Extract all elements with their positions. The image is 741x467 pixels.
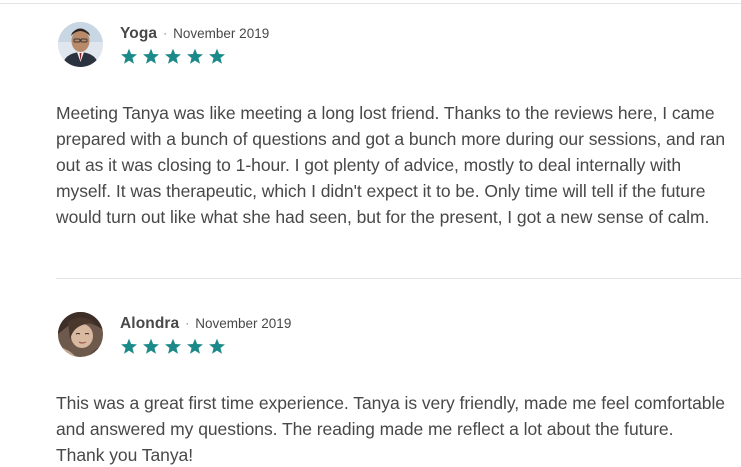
review-header: Yoga · November 2019 xyxy=(56,22,726,68)
separator-dot: · xyxy=(185,316,190,330)
top-divider xyxy=(0,3,741,4)
star-icon xyxy=(120,48,138,65)
star-rating xyxy=(120,48,269,65)
review-item: Yoga · November 2019 Meeting Tanya was l… xyxy=(56,22,726,230)
avatar[interactable] xyxy=(58,312,103,357)
review-divider xyxy=(56,278,741,279)
review-meta: Alondra · November 2019 xyxy=(120,312,291,355)
star-icon xyxy=(208,338,226,355)
star-icon xyxy=(208,48,226,65)
separator-dot: · xyxy=(163,26,168,40)
name-line: Yoga · November 2019 xyxy=(120,25,269,43)
reviewer-name[interactable]: Alondra xyxy=(120,315,179,333)
star-icon xyxy=(164,48,182,65)
reviews-page: Yoga · November 2019 Meeting Tanya was l… xyxy=(0,0,741,467)
star-icon xyxy=(120,338,138,355)
reviewer-name[interactable]: Yoga xyxy=(120,25,157,43)
star-icon xyxy=(164,338,182,355)
review-item: Alondra · November 2019 This was a great… xyxy=(56,312,726,467)
star-icon xyxy=(186,48,204,65)
review-date: November 2019 xyxy=(195,316,292,331)
avatar[interactable] xyxy=(58,22,103,67)
star-icon xyxy=(142,48,160,65)
review-meta: Yoga · November 2019 xyxy=(120,22,269,65)
name-line: Alondra · November 2019 xyxy=(120,315,291,333)
review-text: This was a great first time experience. … xyxy=(56,393,725,465)
star-icon xyxy=(142,338,160,355)
review-text: Meeting Tanya was like meeting a long lo… xyxy=(56,103,726,227)
review-date: November 2019 xyxy=(173,26,270,41)
star-rating xyxy=(120,338,291,355)
review-header: Alondra · November 2019 xyxy=(56,312,726,358)
star-icon xyxy=(186,338,204,355)
